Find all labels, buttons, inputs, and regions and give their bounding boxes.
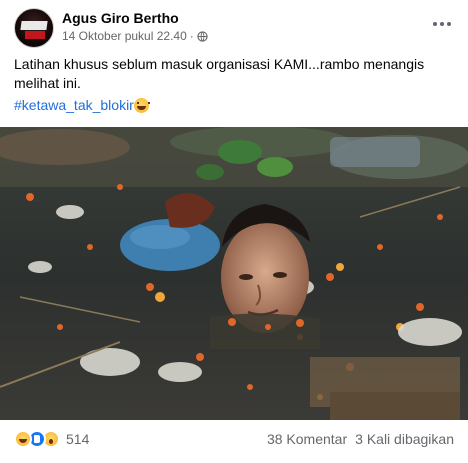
author-name[interactable]: Agus Giro Bertho [62, 10, 179, 26]
dot [447, 22, 451, 26]
meta-separator: · [189, 29, 194, 43]
more-options-icon[interactable] [430, 16, 454, 32]
haha-reaction-icon [14, 430, 32, 448]
comments-count-link[interactable]: 38 Komentar [267, 431, 347, 447]
facebook-post: Agus Giro Bertho 14 Oktober pukul 22.40 … [0, 0, 468, 463]
reaction-summary[interactable]: 514 [14, 430, 89, 448]
engagement-stats: 38 Komentar 3 Kali dibagikan [267, 431, 454, 447]
post-header: Agus Giro Bertho 14 Oktober pukul 22.40 … [14, 8, 454, 48]
avatar[interactable] [14, 8, 54, 48]
photo-illustration [0, 127, 468, 420]
reaction-count[interactable]: 514 [66, 431, 89, 447]
shares-count-link[interactable]: 3 Kali dibagikan [355, 431, 454, 447]
post-photo[interactable] [0, 127, 468, 420]
laughing-emoji-icon [133, 97, 150, 113]
hashtag-link[interactable]: #ketawa_tak_blokir [14, 97, 150, 113]
post-timestamp[interactable]: 14 Oktober pukul 22.40 [62, 29, 187, 43]
post-text: Latihan khusus seblum masuk organisasi K… [14, 56, 425, 91]
hashtag-text[interactable]: #ketawa_tak_blokir [14, 97, 134, 113]
dot [440, 22, 444, 26]
post-footer: 514 38 Komentar 3 Kali dibagikan [14, 428, 454, 450]
avatar-logo-mark-red [25, 31, 45, 39]
post-meta: 14 Oktober pukul 22.40 · [62, 29, 208, 43]
dot [433, 22, 437, 26]
globe-icon [197, 30, 208, 42]
avatar-logo-mark [20, 21, 48, 30]
